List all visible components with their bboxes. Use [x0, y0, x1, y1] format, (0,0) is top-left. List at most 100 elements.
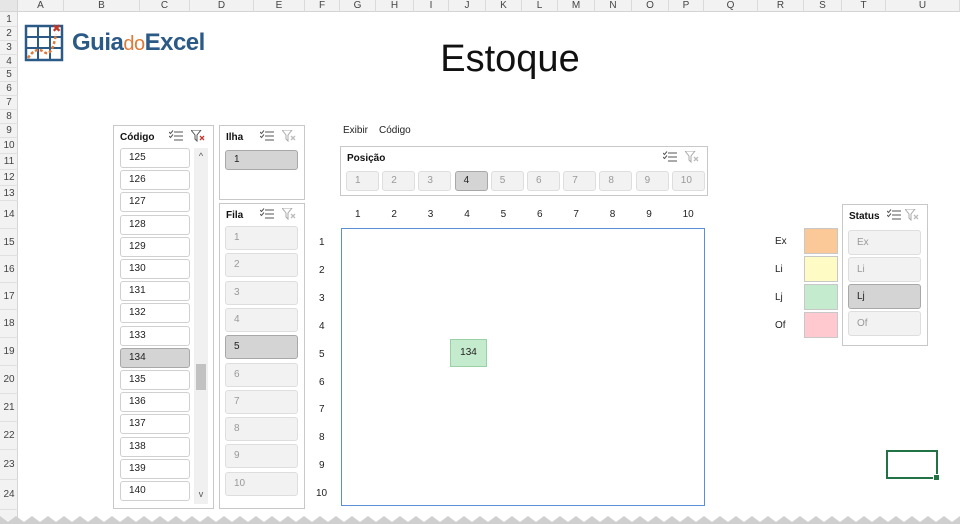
clear-filter-icon[interactable] — [280, 207, 298, 222]
row-header-2[interactable]: 2 — [0, 27, 18, 41]
row-header-11[interactable]: 11 — [0, 154, 18, 170]
slicer-item-codigo-139[interactable]: 139 — [120, 458, 190, 479]
slicer-item-status-of[interactable]: Of — [848, 311, 921, 336]
column-header-P[interactable]: P — [669, 0, 704, 12]
slicer-item-posicao-8[interactable]: 8 — [599, 171, 633, 191]
column-header-N[interactable]: N — [595, 0, 632, 12]
slicer-item-codigo-132[interactable]: 132 — [120, 303, 190, 324]
slicer-item-ilha-1[interactable]: 1 — [225, 150, 298, 170]
slicer-codigo-scrollbar[interactable]: ^ v — [194, 148, 208, 504]
slicer-item-codigo-130[interactable]: 130 — [120, 259, 190, 279]
row-header-4[interactable]: 4 — [0, 55, 18, 68]
clear-filter-icon[interactable] — [903, 208, 921, 223]
column-header-U[interactable]: U — [886, 0, 960, 12]
row-header-5[interactable]: 5 — [0, 68, 18, 82]
column-header-T[interactable]: T — [842, 0, 886, 12]
column-header-L[interactable]: L — [522, 0, 558, 12]
column-header-F[interactable]: F — [305, 0, 340, 12]
slicer-item-posicao-3[interactable]: 3 — [418, 171, 452, 191]
slicer-item-posicao-4[interactable]: 4 — [454, 171, 488, 191]
row-header-10[interactable]: 10 — [0, 138, 18, 154]
row-header-9[interactable]: 9 — [0, 124, 18, 138]
column-header-A[interactable]: A — [18, 0, 64, 12]
column-header-K[interactable]: K — [486, 0, 522, 12]
clear-filter-icon[interactable] — [280, 129, 298, 144]
slicer-item-codigo-125[interactable]: 125 — [120, 148, 190, 168]
column-header-C[interactable]: C — [140, 0, 190, 12]
column-header-Q[interactable]: Q — [704, 0, 758, 12]
slicer-item-fila-9[interactable]: 9 — [225, 444, 298, 469]
row-header-18[interactable]: 18 — [0, 310, 18, 338]
row-header-7[interactable]: 7 — [0, 96, 18, 110]
row-header-20[interactable]: 20 — [0, 366, 18, 394]
multi-select-icon[interactable] — [168, 130, 185, 144]
column-header-O[interactable]: O — [632, 0, 669, 12]
scroll-thumb[interactable] — [196, 364, 206, 390]
row-header-22[interactable]: 22 — [0, 422, 18, 450]
column-header-E[interactable]: E — [254, 0, 305, 12]
slicer-item-fila-8[interactable]: 8 — [225, 417, 298, 442]
slicer-item-posicao-1[interactable]: 1 — [346, 171, 379, 191]
multi-select-icon[interactable] — [662, 151, 679, 165]
slicer-item-fila-1[interactable]: 1 — [225, 226, 298, 250]
column-header-I[interactable]: I — [414, 0, 449, 12]
slicer-item-codigo-126[interactable]: 126 — [120, 170, 190, 191]
placed-item-cell[interactable]: 134 — [450, 339, 487, 367]
slicer-item-codigo-134[interactable]: 134 — [120, 347, 190, 368]
row-header-14[interactable]: 14 — [0, 201, 18, 229]
slicer-item-status-li[interactable]: Li — [848, 257, 921, 282]
slicer-item-status-lj[interactable]: Lj — [848, 284, 921, 309]
slicer-item-posicao-2[interactable]: 2 — [382, 171, 416, 191]
slicer-item-codigo-133[interactable]: 133 — [120, 325, 190, 346]
slicer-item-codigo-140[interactable]: 140 — [120, 481, 190, 501]
slicer-item-fila-6[interactable]: 6 — [225, 362, 298, 387]
multi-select-icon[interactable] — [259, 208, 276, 222]
slicer-item-codigo-131[interactable]: 131 — [120, 281, 190, 302]
slicer-item-codigo-129[interactable]: 129 — [120, 236, 190, 257]
row-header-23[interactable]: 23 — [0, 450, 18, 480]
row-header-3[interactable]: 3 — [0, 41, 18, 55]
column-header-R[interactable]: R — [758, 0, 804, 12]
column-header-D[interactable]: D — [190, 0, 254, 12]
slicer-item-posicao-5[interactable]: 5 — [490, 171, 524, 191]
slicer-item-fila-3[interactable]: 3 — [225, 280, 298, 305]
column-header-J[interactable]: J — [449, 0, 486, 12]
clear-filter-icon[interactable] — [683, 150, 701, 165]
row-header-19[interactable]: 19 — [0, 338, 18, 366]
row-header-1[interactable]: 1 — [0, 12, 18, 27]
slicer-item-codigo-136[interactable]: 136 — [120, 392, 190, 413]
row-header-13[interactable]: 13 — [0, 186, 18, 201]
row-header-8[interactable]: 8 — [0, 110, 18, 124]
slicer-item-codigo-137[interactable]: 137 — [120, 414, 190, 435]
column-header-S[interactable]: S — [804, 0, 842, 12]
slicer-item-fila-5[interactable]: 5 — [225, 335, 298, 360]
row-header-12[interactable]: 12 — [0, 170, 18, 186]
slicer-item-fila-4[interactable]: 4 — [225, 307, 298, 332]
row-header-17[interactable]: 17 — [0, 283, 18, 310]
slicer-item-fila-2[interactable]: 2 — [225, 253, 298, 278]
slicer-item-posicao-10[interactable]: 10 — [671, 171, 705, 191]
select-all-corner[interactable] — [0, 0, 18, 12]
slicer-item-posicao-9[interactable]: 9 — [635, 171, 669, 191]
column-header-G[interactable]: G — [340, 0, 376, 12]
scroll-down-arrow[interactable]: v — [194, 488, 208, 500]
column-header-B[interactable]: B — [64, 0, 140, 12]
multi-select-icon[interactable] — [259, 130, 276, 144]
clear-filter-icon[interactable] — [189, 129, 207, 144]
active-cell-selection[interactable] — [886, 450, 940, 481]
column-header-M[interactable]: M — [558, 0, 595, 12]
slicer-item-fila-7[interactable]: 7 — [225, 389, 298, 414]
multi-select-icon[interactable] — [886, 209, 903, 223]
slicer-item-codigo-127[interactable]: 127 — [120, 192, 190, 213]
slicer-item-fila-10[interactable]: 10 — [225, 471, 298, 496]
row-header-15[interactable]: 15 — [0, 229, 18, 256]
slicer-item-codigo-138[interactable]: 138 — [120, 436, 190, 457]
row-header-6[interactable]: 6 — [0, 82, 18, 96]
slicer-item-posicao-7[interactable]: 7 — [563, 171, 597, 191]
slicer-item-status-ex[interactable]: Ex — [848, 230, 921, 255]
scroll-up-arrow[interactable]: ^ — [194, 150, 208, 162]
slicer-item-codigo-135[interactable]: 135 — [120, 370, 190, 390]
row-header-16[interactable]: 16 — [0, 256, 18, 283]
slicer-item-posicao-6[interactable]: 6 — [527, 171, 560, 191]
row-header-21[interactable]: 21 — [0, 394, 18, 422]
